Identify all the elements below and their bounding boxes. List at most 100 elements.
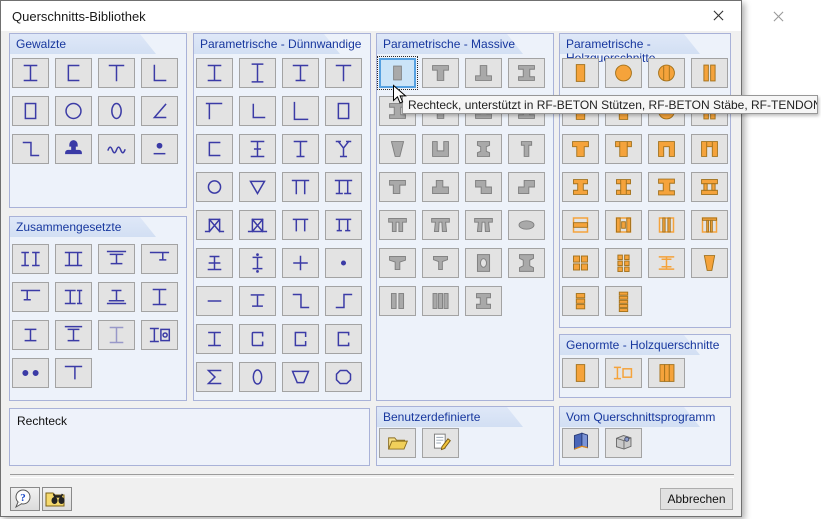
section-button-i-serif[interactable]: [196, 324, 233, 354]
section-button-u-notch-timber[interactable]: [691, 134, 728, 164]
section-button-z-thin[interactable]: [282, 286, 319, 316]
section-button-i-dotted[interactable]: [239, 248, 276, 278]
section-button-edit-section[interactable]: [422, 428, 459, 458]
section-button-pi-feet-2[interactable]: [325, 210, 362, 240]
section-button-tee-solid[interactable]: [422, 58, 459, 88]
section-button-i-thin-timber[interactable]: [648, 248, 685, 278]
section-button-i-plain[interactable]: [141, 282, 178, 312]
section-button-tee-thin[interactable]: [325, 58, 362, 88]
section-button-hat-lattice[interactable]: [196, 210, 233, 240]
section-button-shape-massive-3d[interactable]: [605, 428, 642, 458]
section-button-corrugated-sheet[interactable]: [98, 134, 135, 164]
section-button-c-open[interactable]: [196, 134, 233, 164]
section-button-circle-thin[interactable]: [196, 172, 233, 202]
section-button-round-hollow-rolled[interactable]: [55, 96, 92, 126]
section-button-s-thin[interactable]: [325, 286, 362, 316]
section-button-t-taper-solid[interactable]: [379, 248, 416, 278]
section-button-triple-bar-genormt[interactable]: [648, 358, 685, 388]
section-button-half-i-top[interactable]: [55, 358, 92, 388]
section-button-v-timber[interactable]: [691, 248, 728, 278]
section-button-u-channel-solid[interactable]: [422, 134, 459, 164]
section-button-box-thin[interactable]: [325, 96, 362, 126]
section-button-pi-open-2[interactable]: [282, 210, 319, 240]
section-button-pi-taper-solid-2[interactable]: [465, 210, 502, 240]
section-button-circle-timber[interactable]: [605, 58, 642, 88]
section-button-l-step-solid[interactable]: [422, 172, 459, 202]
section-button-i-light[interactable]: [98, 320, 135, 350]
section-button-i-timber[interactable]: [562, 172, 599, 202]
section-button-i-top-plate[interactable]: [98, 244, 135, 274]
section-button-cross-thin[interactable]: [282, 248, 319, 278]
section-button-i-tall[interactable]: [239, 58, 276, 88]
section-button-u-timber[interactable]: [648, 134, 685, 164]
section-button-i-beam-solid[interactable]: [465, 286, 502, 316]
section-button-double-channel[interactable]: [55, 244, 92, 274]
section-button-i-asym[interactable]: [282, 58, 319, 88]
library-search-button[interactable]: [42, 487, 72, 511]
close-button[interactable]: [696, 2, 740, 29]
section-button-double-i-timber[interactable]: [691, 172, 728, 202]
section-button-hat-lattice-2[interactable]: [239, 210, 276, 240]
section-button-i-solid[interactable]: [508, 58, 545, 88]
section-button-z-rolled[interactable]: [12, 134, 49, 164]
section-button-i-sym[interactable]: [196, 58, 233, 88]
section-button-i-plate-heavy[interactable]: [239, 286, 276, 316]
section-button-stack3-timber[interactable]: [562, 286, 599, 316]
section-button-box-vbars-timber[interactable]: [648, 210, 685, 240]
section-button-box-2cell-timber[interactable]: [605, 210, 642, 240]
section-button-quad-timber[interactable]: [562, 248, 599, 278]
section-button-i-plate-top[interactable]: [55, 320, 92, 350]
section-button-i-bottom-serif[interactable]: [196, 248, 233, 278]
section-button-sigma-thin[interactable]: [196, 362, 233, 392]
section-button-box-3cell-timber[interactable]: [691, 210, 728, 240]
section-button-i-mid-tick[interactable]: [239, 134, 276, 164]
section-button-crane-rail[interactable]: [55, 134, 92, 164]
section-button-box-hband-timber[interactable]: [562, 210, 599, 240]
section-button-t-step-solid[interactable]: [379, 172, 416, 202]
section-button-y-thin[interactable]: [325, 134, 362, 164]
section-button-pi-solid[interactable]: [379, 210, 416, 240]
section-button-c-lip-round[interactable]: [239, 324, 276, 354]
section-button-pipe-thin[interactable]: [239, 362, 276, 392]
section-button-i-circle-box[interactable]: [141, 320, 178, 350]
section-button-rect-timber[interactable]: [562, 58, 599, 88]
section-button-shape-thin-3d[interactable]: [562, 428, 599, 458]
section-button-tee-inv-solid[interactable]: [465, 58, 502, 88]
section-button-c-lip-1[interactable]: [282, 324, 319, 354]
section-button-double-i[interactable]: [12, 244, 49, 274]
section-button-octagon-thin[interactable]: [325, 362, 362, 392]
section-button-tee-timber[interactable]: [562, 134, 599, 164]
section-button-pi-open[interactable]: [282, 172, 319, 202]
section-button-tee-plate[interactable]: [12, 282, 49, 312]
section-button-double-round[interactable]: [12, 358, 49, 388]
section-button-angle-unequal-rolled[interactable]: [141, 96, 178, 126]
section-button-tee-notch-timber[interactable]: [605, 134, 642, 164]
help-button[interactable]: ?: [10, 487, 40, 511]
section-button-i-channel[interactable]: [55, 282, 92, 312]
section-button-t-taper-solid-2[interactable]: [422, 248, 459, 278]
cancel-button[interactable]: Abbrechen: [660, 488, 733, 510]
section-button-trap-thin[interactable]: [282, 362, 319, 392]
section-button-io-genormt[interactable]: [605, 358, 642, 388]
section-button-tee-hang[interactable]: [141, 244, 178, 274]
section-button-tee-rot[interactable]: [196, 96, 233, 126]
section-button-double-rect-timber[interactable]: [691, 58, 728, 88]
section-button-round-bar[interactable]: [141, 134, 178, 164]
section-button-pi-taper-solid[interactable]: [422, 210, 459, 240]
section-button-six-timber[interactable]: [605, 248, 642, 278]
section-button-i-rolled[interactable]: [12, 58, 49, 88]
section-button-ellipse-solid[interactable]: [508, 210, 545, 240]
section-button-rect-genormt[interactable]: [562, 358, 599, 388]
section-button-dot-thin[interactable]: [325, 248, 362, 278]
section-button-angle-thin-2[interactable]: [282, 96, 319, 126]
section-button-i-notch-timber[interactable]: [605, 172, 642, 202]
section-button-open-folder[interactable]: [379, 428, 416, 458]
section-button-rail-solid[interactable]: [465, 134, 502, 164]
section-button-circle-split-timber[interactable]: [648, 58, 685, 88]
section-button-tee-rolled[interactable]: [98, 58, 135, 88]
section-button-pi-feet[interactable]: [325, 172, 362, 202]
section-button-i-narrow[interactable]: [12, 320, 49, 350]
section-button-v-taper-solid[interactable]: [379, 134, 416, 164]
section-button-c-lip-2[interactable]: [325, 324, 362, 354]
section-button-i-bottom-plate[interactable]: [98, 282, 135, 312]
